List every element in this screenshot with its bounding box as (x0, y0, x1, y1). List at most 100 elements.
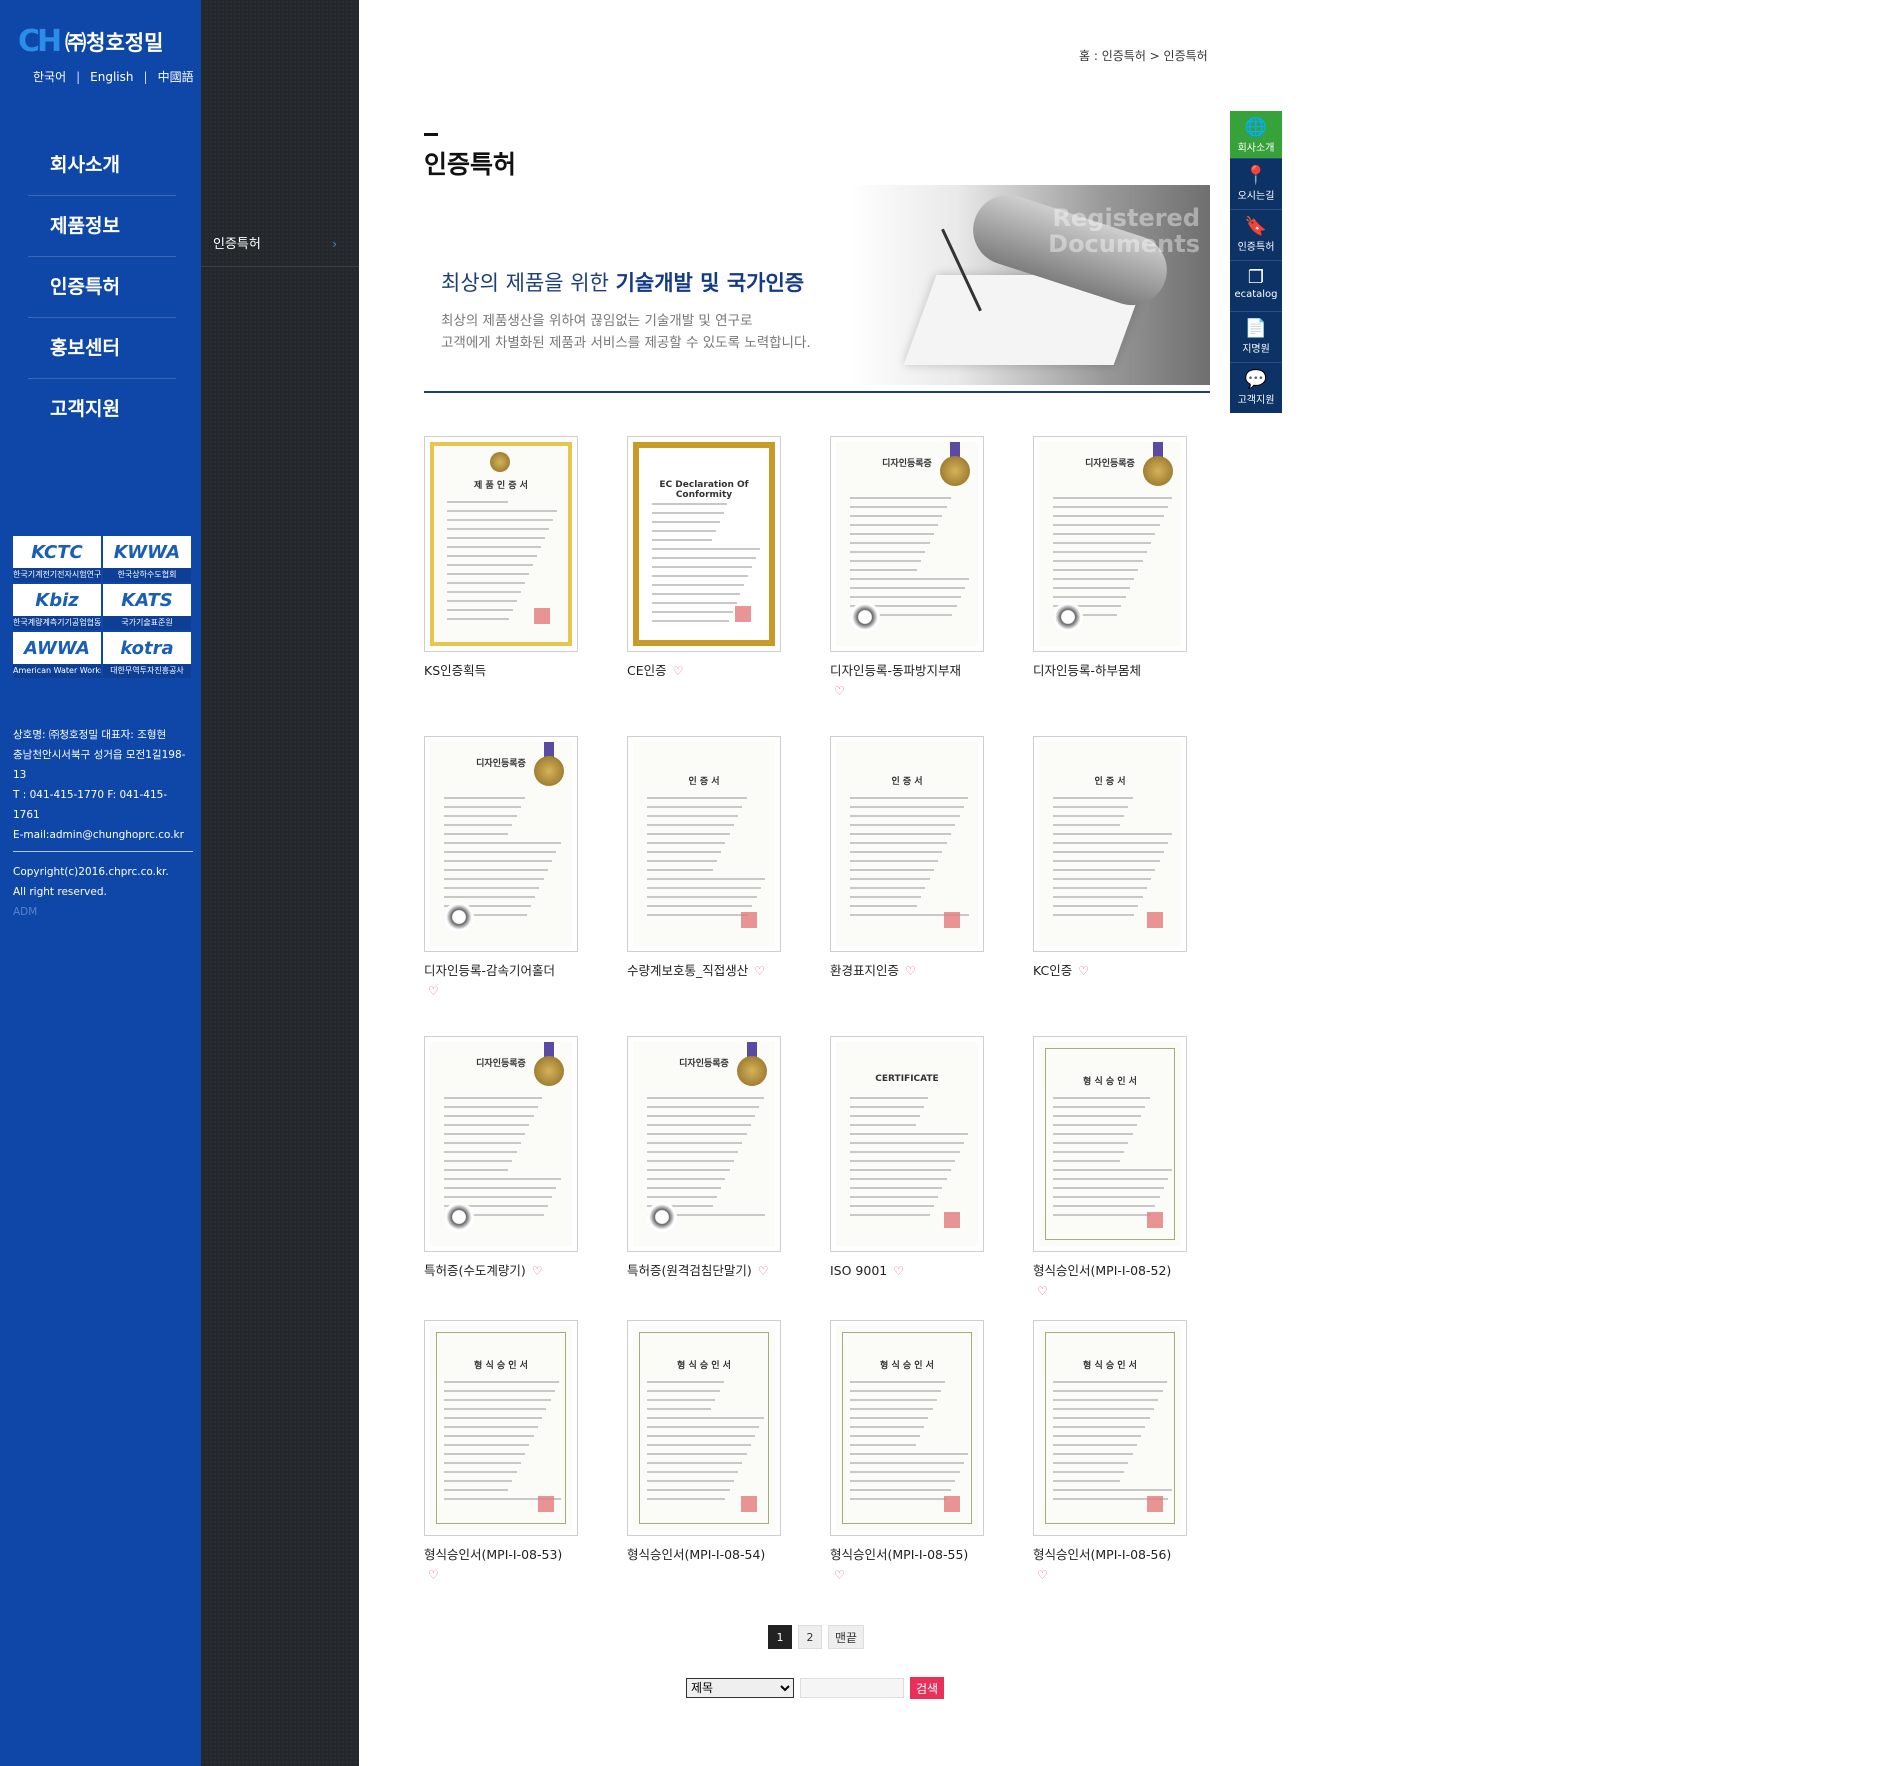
certificate-card[interactable]: 디자인등록증특허증(수도계량기) ♡ (424, 1036, 578, 1280)
certificate-card[interactable]: 인 증 서환경표지인증 ♡ (830, 736, 984, 980)
certificate-title[interactable]: KS인증획득 (424, 663, 486, 678)
badge-kbiz[interactable]: Kbiz 한국계량계측기기공업협동조합 (13, 584, 101, 630)
heart-icon[interactable]: ♡ (905, 964, 916, 978)
certificate-title[interactable]: ISO 9001 (830, 1263, 887, 1278)
badge-kwwa[interactable]: KWWA 한국상하수도협회 (103, 536, 191, 582)
certificate-title[interactable]: 환경표지인증 (830, 963, 899, 978)
certificate-title[interactable]: 형식승인서(MPI-I-08-53) (424, 1547, 562, 1562)
page-1-button[interactable]: 1 (768, 1625, 792, 1649)
nav-item-certification[interactable]: 인증특허 (28, 257, 176, 318)
quick-certification[interactable]: 🔖 인증특허 (1230, 209, 1282, 260)
certificate-title[interactable]: 특허증(수도계량기) (424, 1263, 526, 1278)
certificate-title[interactable]: 수량계보호통_직접생산 (627, 963, 748, 978)
certificate-thumbnail[interactable]: 형 식 승 인 서 (830, 1320, 984, 1536)
quick-support[interactable]: 💬 고객지원 (1230, 362, 1282, 413)
quick-ecatalog[interactable]: ❐ ecatalog (1230, 260, 1282, 311)
certificate-card[interactable]: 인 증 서수량계보호통_직접생산 ♡ (627, 736, 781, 980)
certificate-thumbnail[interactable]: 제 품 인 증 서 (424, 436, 578, 652)
certificate-card[interactable]: 디자인등록증디자인등록-하부몸체 (1033, 436, 1187, 680)
certificate-thumbnail[interactable]: 인 증 서 (627, 736, 781, 952)
certificate-thumbnail[interactable]: 형 식 승 인 서 (1033, 1036, 1187, 1252)
text-line (850, 1381, 946, 1383)
search-button[interactable]: 검색 (910, 1677, 945, 1699)
heart-icon[interactable]: ♡ (428, 1566, 578, 1584)
certificate-card[interactable]: CERTIFICATE ISO 9001 ♡ (830, 1036, 984, 1280)
admin-link[interactable]: ADM (13, 902, 193, 922)
heart-icon[interactable]: ♡ (532, 1264, 543, 1278)
certificate-card[interactable]: 형 식 승 인 서형식승인서(MPI-I-08-53) ♡ (424, 1320, 578, 1584)
nav-item-pr-center[interactable]: 홍보센터 (28, 318, 176, 379)
certificate-card[interactable]: 형 식 승 인 서형식승인서(MPI-I-08-52) ♡ (1033, 1036, 1187, 1300)
certificate-thumbnail[interactable]: 디자인등록증 (627, 1036, 781, 1252)
heart-icon[interactable]: ♡ (834, 682, 984, 700)
certificate-card[interactable]: 형 식 승 인 서형식승인서(MPI-I-08-55) ♡ (830, 1320, 984, 1584)
certificate-thumbnail[interactable]: 디자인등록증 (424, 736, 578, 952)
certificate-title[interactable]: 디자인등록-감속기어홀더 (424, 963, 555, 978)
certificate-thumbnail[interactable]: 디자인등록증 (830, 436, 984, 652)
certificate-thumbnail[interactable]: 형 식 승 인 서 (1033, 1320, 1187, 1536)
lang-english[interactable]: English (90, 70, 133, 84)
lang-chinese[interactable]: 中國語 (158, 70, 194, 84)
text-line (444, 1151, 517, 1153)
certificate-card[interactable]: 형 식 승 인 서형식승인서(MPI-I-08-56) ♡ (1033, 1320, 1187, 1584)
certificate-title[interactable]: 형식승인서(MPI-I-08-52) (1033, 1263, 1171, 1278)
certificate-thumbnail[interactable]: 인 증 서 (1033, 736, 1187, 952)
certificate-card[interactable]: 디자인등록증디자인등록-감속기어홀더 ♡ (424, 736, 578, 1000)
heart-icon[interactable]: ♡ (834, 1566, 984, 1584)
certificate-card[interactable]: 인 증 서 KC인증 ♡ (1033, 736, 1187, 980)
certificate-card[interactable]: 디자인등록증특허증(원격검침단말기) ♡ (627, 1036, 781, 1280)
search-field-select[interactable]: 제목 (686, 1678, 794, 1698)
text-line (1053, 1214, 1152, 1216)
company-logo[interactable]: CH ㈜청호정밀 (18, 24, 163, 59)
certificate-title[interactable]: CE인증 (627, 663, 667, 678)
text-line (1053, 1106, 1146, 1108)
quick-brochure[interactable]: 📄 지명원 (1230, 311, 1282, 362)
certificate-title[interactable]: 형식승인서(MPI-I-08-55) (830, 1547, 968, 1562)
certificate-thumbnail[interactable]: 디자인등록증 (1033, 436, 1187, 652)
nav-item-company[interactable]: 회사소개 (28, 135, 176, 196)
badge-caption: 한국상하수도협회 (103, 568, 191, 582)
last-page-button[interactable]: 맨끝 (828, 1625, 865, 1649)
heart-icon[interactable]: ♡ (1078, 964, 1089, 978)
certificate-thumbnail[interactable]: 형 식 승 인 서 (627, 1320, 781, 1536)
badge-kats[interactable]: KATS 국가기술표준원 (103, 584, 191, 630)
page-2-button[interactable]: 2 (798, 1625, 822, 1649)
quick-company[interactable]: 🌐 회사소개 (1230, 111, 1282, 158)
certificate-title[interactable]: 형식승인서(MPI-I-08-54) (627, 1547, 765, 1562)
certificate-card[interactable]: 형 식 승 인 서형식승인서(MPI-I-08-54) (627, 1320, 781, 1564)
badge-kctc[interactable]: KCTC 한국기계전기전자시험연구원 (13, 536, 101, 582)
certificate-title[interactable]: 디자인등록-하부몸체 (1033, 663, 1141, 678)
heart-icon[interactable]: ♡ (758, 1264, 769, 1278)
certificate-thumbnail[interactable]: CERTIFICATE (830, 1036, 984, 1252)
sub-nav-item-certification[interactable]: 인증특허 › (201, 222, 359, 267)
lang-korean[interactable]: 한국어 (33, 70, 66, 84)
text-line (647, 851, 722, 853)
heart-icon[interactable]: ♡ (673, 664, 684, 678)
quick-directions[interactable]: 📍 오시는길 (1230, 158, 1282, 209)
nav-item-support[interactable]: 고객지원 (28, 379, 176, 440)
certificate-card[interactable]: 디자인등록증디자인등록-동파방지부재 ♡ (830, 436, 984, 700)
heart-icon[interactable]: ♡ (1037, 1566, 1187, 1584)
search-input[interactable] (800, 1678, 904, 1698)
certificate-card[interactable]: 제 품 인 증 서 KS인증획득 (424, 436, 578, 680)
heart-icon[interactable]: ♡ (893, 1264, 904, 1278)
certificate-title[interactable]: 특허증(원격검침단말기) (627, 1263, 752, 1278)
certificate-thumbnail[interactable]: 디자인등록증 (424, 1036, 578, 1252)
text-line (1053, 797, 1133, 799)
heart-icon[interactable]: ♡ (754, 964, 765, 978)
heart-icon[interactable]: ♡ (1037, 1282, 1187, 1300)
nav-item-products[interactable]: 제품정보 (28, 196, 176, 257)
certificate-title[interactable]: 디자인등록-동파방지부재 (830, 663, 961, 678)
certificate-card[interactable]: EC Declaration Of Conformity CE인증 ♡ (627, 436, 781, 680)
text-line (850, 1498, 947, 1500)
badge-kotra[interactable]: kotra 대한무역투자진흥공사 (103, 632, 191, 678)
certificate-thumbnail[interactable]: EC Declaration Of Conformity (627, 436, 781, 652)
text-line (850, 1489, 951, 1491)
sub-nav-label: 인증특허 (213, 237, 261, 252)
certificate-title[interactable]: 형식승인서(MPI-I-08-56) (1033, 1547, 1171, 1562)
certificate-title[interactable]: KC인증 (1033, 963, 1072, 978)
badge-awwa[interactable]: AWWA American Water Works Association (13, 632, 101, 678)
certificate-thumbnail[interactable]: 인 증 서 (830, 736, 984, 952)
certificate-thumbnail[interactable]: 형 식 승 인 서 (424, 1320, 578, 1536)
heart-icon[interactable]: ♡ (428, 982, 578, 1000)
